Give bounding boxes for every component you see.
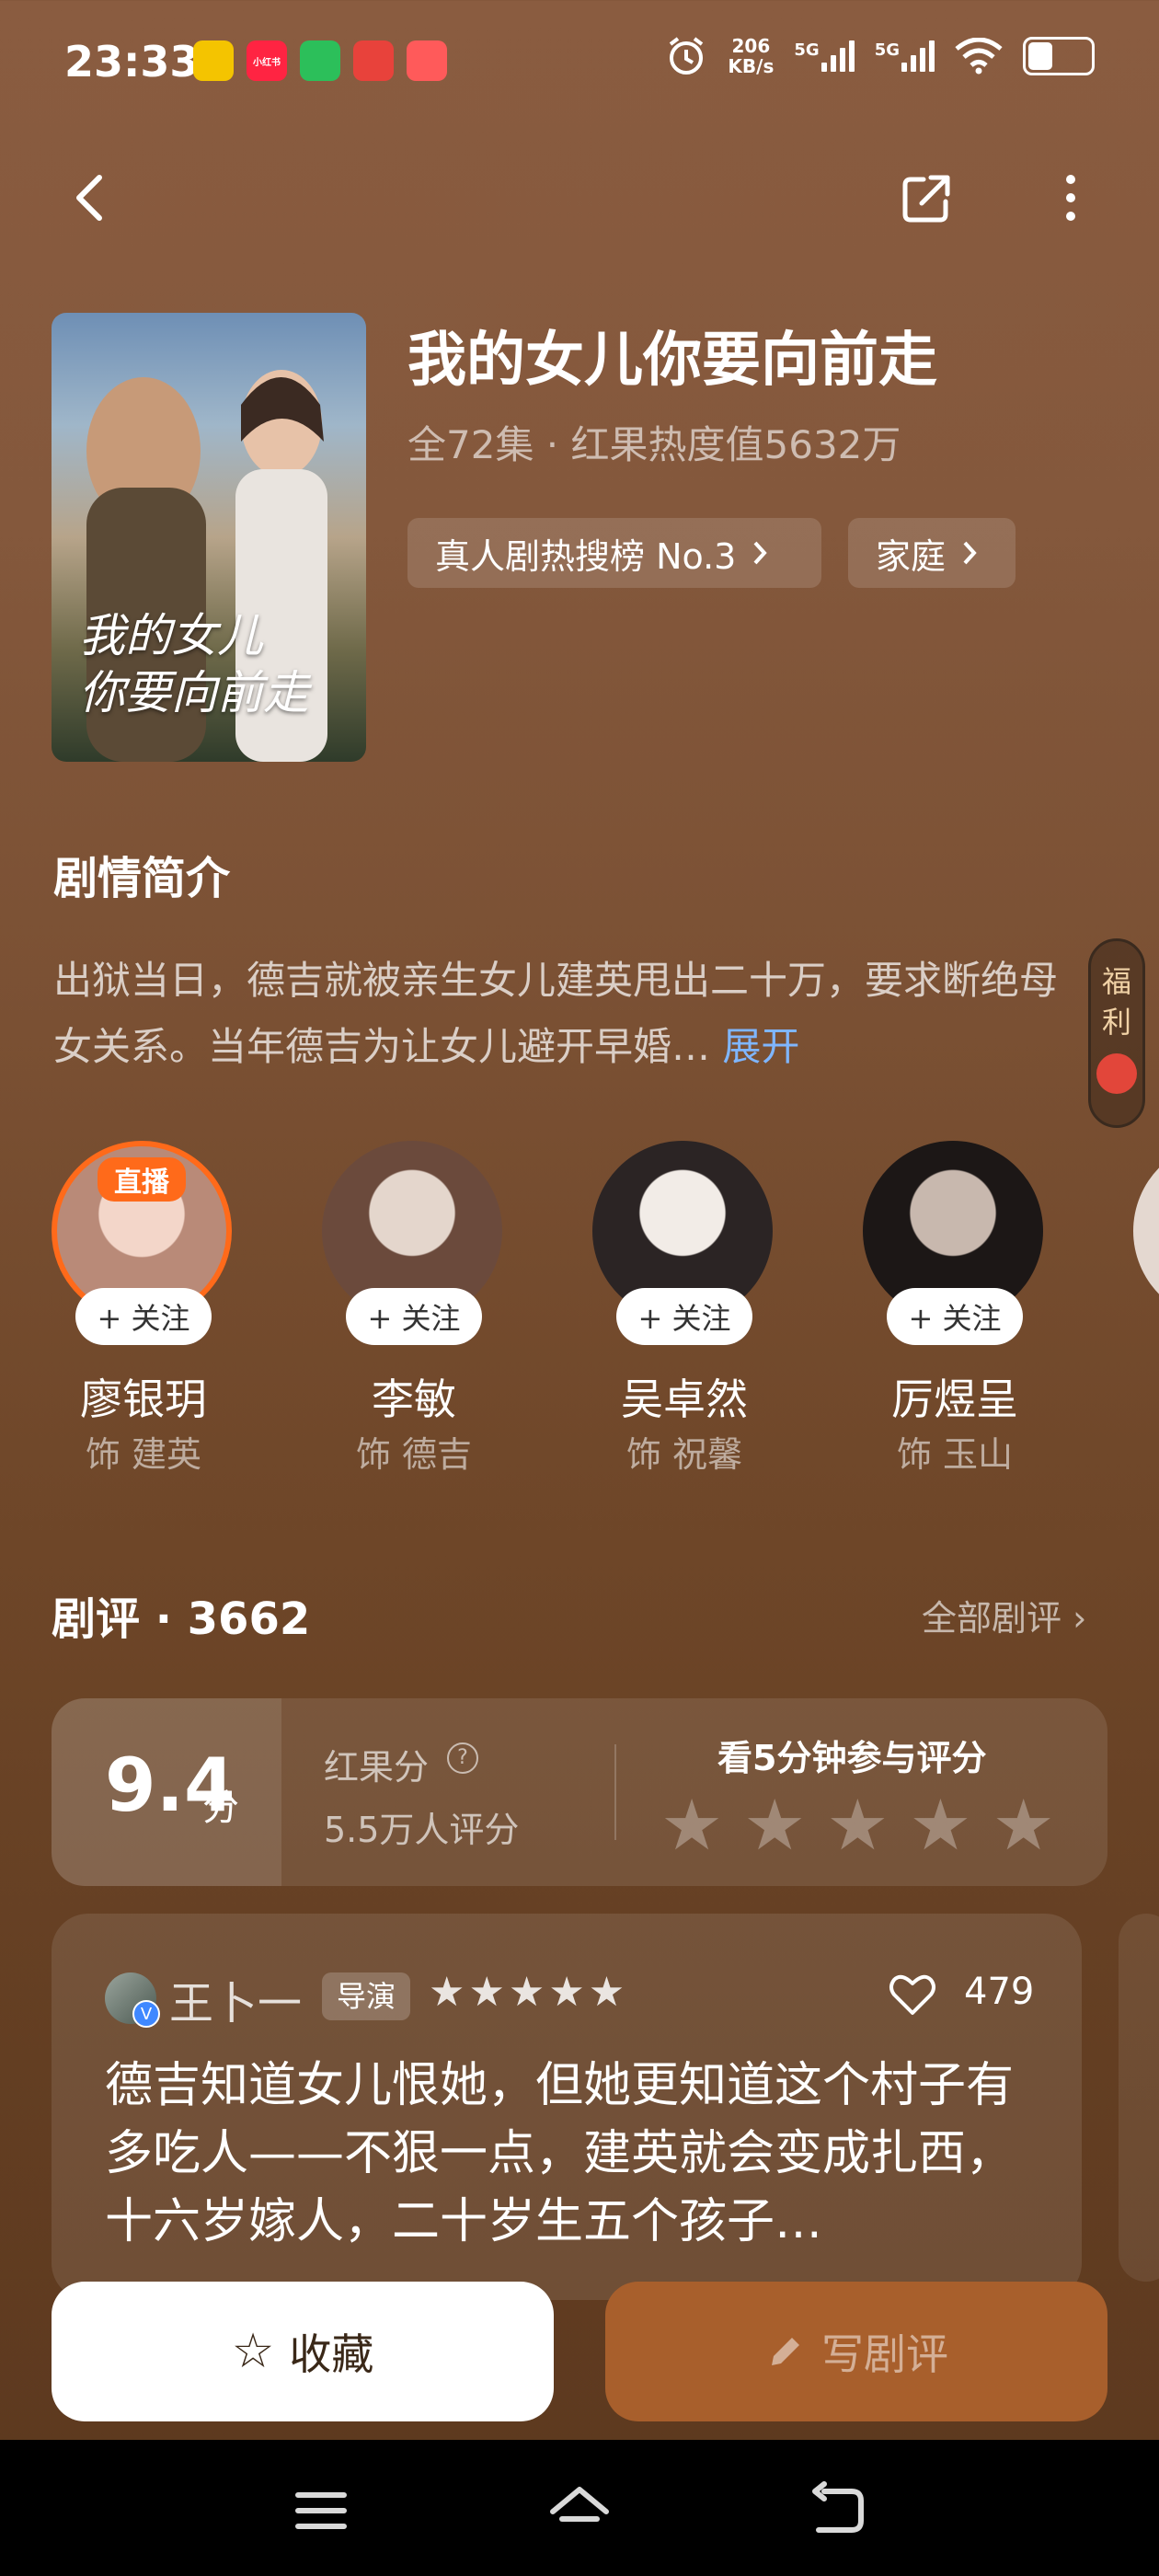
rate-stars[interactable]: ★ ★ ★ ★ ★ [660,1790,1055,1860]
write-review-button[interactable]: 写剧评 [605,2282,1107,2421]
heart-icon[interactable] [887,1969,938,2020]
star-icon[interactable]: ★ [826,1790,889,1860]
verified-badge-icon: V [132,2000,160,2028]
welfare-text-2: 利 [1101,1005,1131,1040]
chevron-right-icon [753,541,768,565]
star-icon[interactable]: ★ [993,1790,1055,1860]
more-options-icon[interactable] [1043,170,1098,225]
review-card[interactable]: V 王卜一 导演 ★★★★★ 479 德吉知道女儿恨她，但她更知道这个村子有多吃… [52,1914,1082,2300]
signal-bars-icon [901,40,935,72]
status-bar: 23:33 小红书 206 KB/s 5G 5G [0,0,1159,120]
cast-name: 李敏 [372,1374,456,1424]
alarm-icon [670,37,704,75]
home-icon[interactable] [547,2478,612,2543]
system-nav-bar [0,2440,1159,2576]
all-reviews-link[interactable]: 全部剧评 › [922,1590,1086,1640]
star-outline-icon: ☆ [231,2324,275,2379]
welfare-float-button[interactable]: 福 利 [1088,938,1145,1128]
battery-icon [1023,37,1095,75]
back-arrow-icon[interactable] [64,170,120,225]
synopsis-text: 出狱当日，德吉就被亲生女儿建英甩出二十万，要求断绝母女关系。当年德吉为让女儿避开… [53,948,1093,1080]
back-icon[interactable] [806,2478,870,2543]
ranking-tag[interactable]: 真人剧热搜榜 No.3 [407,518,821,588]
show-subtitle: 全72集 · 红果热度值5632万 [407,422,901,467]
cast-name: 厉煜呈 [891,1374,1018,1424]
like-count: 479 [964,1971,1035,2013]
score-unit: 分 [202,1787,239,1829]
synopsis-body: 出狱当日，德吉就被亲生女儿建英甩出二十万，要求断绝母女关系。当年德吉为让女儿避开… [53,958,1059,1069]
follow-button[interactable]: + 关注 [75,1288,212,1345]
pig-app-icon [407,40,447,81]
cast-member[interactable]: + 关注 吴卓然 饰 祝馨 [592,1141,776,1490]
review-text[interactable]: 德吉知道女儿恨她，但她更知道这个村子有多吃人——不狠一点，建英就会变成扎西，十六… [105,2052,1034,2256]
cast-role: 饰 建英 [85,1434,202,1475]
pencil-icon [772,2338,799,2365]
chevron-right-icon [963,541,977,565]
menu-icon[interactable] [289,2478,353,2543]
reviews-heading: 剧评 · 3662 [52,1593,311,1645]
weibo-icon [193,40,234,81]
help-icon[interactable]: ? [447,1742,478,1774]
write-review-label: 写剧评 [821,2329,948,2379]
status-time: 23:33 [64,37,200,86]
show-poster[interactable]: 我的女儿 你要向前走 [52,313,366,762]
cast-member[interactable]: 直播 + 关注 廖银玥 饰 建英 [52,1141,235,1490]
video-app-icon [300,40,340,81]
star-icon[interactable]: ★ [909,1790,971,1860]
synopsis-heading: 剧情简介 [53,853,231,904]
review-stars: ★★★★★ [429,1969,629,2016]
rate-prompt: 看5分钟参与评分 [717,1738,987,1778]
rating-count: 5.5万人评分 [324,1810,520,1850]
review-card-peek[interactable] [1119,1914,1159,2282]
star-icon[interactable]: ★ [743,1790,806,1860]
poster-title: 我的女儿 你要向前走 [79,609,309,719]
follow-button[interactable]: + 关注 [616,1288,752,1345]
favorite-label: 收藏 [289,2329,374,2379]
show-title: 我的女儿你要向前走 [407,327,937,395]
signal-bars-icon [820,40,855,72]
signal-1: 5G [794,40,855,72]
cast-name: 廖银玥 [80,1374,207,1424]
score-card[interactable]: 9.4 分 红果分 ? 5.5万人评分 看5分钟参与评分 ★ ★ ★ ★ ★ [52,1698,1107,1886]
cast-member[interactable]: + 关注 厉煜呈 饰 玉山 [863,1141,1047,1490]
status-right: 206 KB/s 5G 5G [665,35,1095,77]
signal-2: 5G [875,40,935,72]
favorite-button[interactable]: ☆ 收藏 [52,2282,554,2421]
reviewer-role-tag: 导演 [322,1972,411,2020]
wifi-icon [955,38,1003,75]
cast-role: 饰 玉山 [896,1434,1014,1475]
xiaohongshu-icon: 小红书 [247,40,287,81]
cast-role: 饰 祝馨 [625,1434,743,1475]
cast-role: 饰 德吉 [355,1434,473,1475]
cast-member-peek[interactable] [1133,1141,1159,1321]
red-app-icon [353,40,394,81]
follow-button[interactable]: + 关注 [346,1288,482,1345]
notification-icons: 小红书 [193,40,447,81]
divider [614,1744,616,1840]
cast-name: 吴卓然 [621,1374,748,1424]
reviewer-name[interactable]: 王卜一 [169,1967,302,2031]
share-icon[interactable] [900,170,955,225]
red-envelope-icon [1096,1053,1137,1094]
genre-tag-label: 家庭 [876,535,947,577]
welfare-text-1: 福 [1101,964,1131,999]
live-badge[interactable]: 直播 [98,1157,186,1202]
cast-member[interactable]: + 关注 李敏 饰 德吉 [322,1141,506,1490]
net-speed: 206 KB/s [728,35,775,77]
genre-tag[interactable]: 家庭 [848,518,1016,588]
follow-button[interactable]: + 关注 [887,1288,1023,1345]
score-label: 红果分 [324,1747,430,1788]
star-icon[interactable]: ★ [660,1790,723,1860]
ranking-tag-label: 真人剧热搜榜 No.3 [435,535,737,577]
expand-link[interactable]: 展开 [722,1024,799,1069]
